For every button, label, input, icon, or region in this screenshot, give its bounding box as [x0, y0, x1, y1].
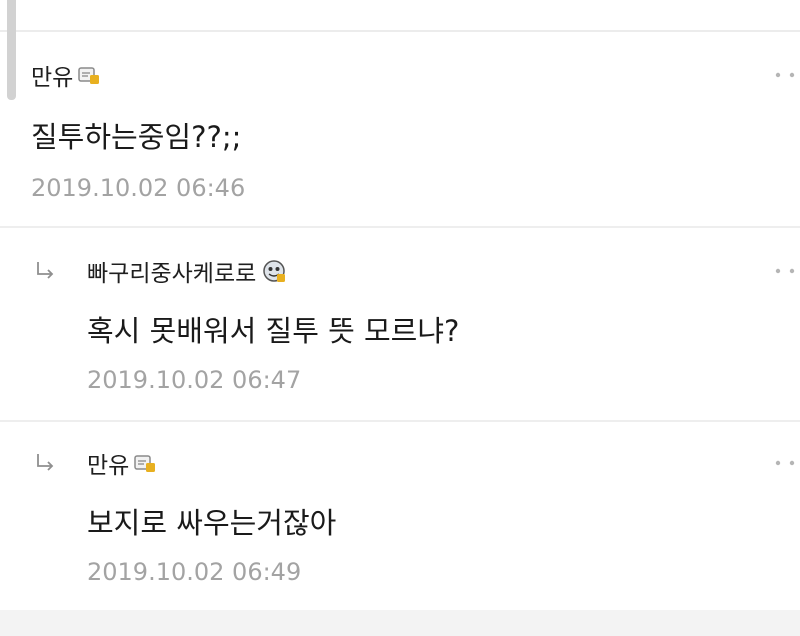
comment-thread: 만유 질투하는중임??;; 2019.10.02 06:46 빠구리중사케로로 — [0, 0, 800, 636]
comment-author[interactable]: 만유 — [87, 446, 129, 480]
reply-item: 만유 보지로 싸우는거잖아 2019.10.02 06:49 — [0, 426, 800, 608]
note-badge-icon — [134, 453, 156, 473]
bottom-divider-band — [0, 610, 800, 636]
top-divider — [0, 30, 800, 32]
note-badge-icon — [78, 65, 100, 85]
comment-author[interactable]: 빠구리중사케로로 — [87, 254, 256, 288]
comment-item: 만유 질투하는중임??;; 2019.10.02 06:46 — [0, 38, 800, 224]
comment-header: 만유 — [31, 58, 100, 92]
comment-text: 질투하는중임??;; — [31, 120, 242, 154]
comment-text: 혹시 못배워서 질투 뜻 모르냐? — [87, 314, 460, 348]
reply-arrow-icon — [37, 454, 54, 471]
comment-author[interactable]: 만유 — [31, 58, 73, 92]
comment-date: 2019.10.02 06:46 — [31, 174, 246, 202]
comment-header: 빠구리중사케로로 — [87, 254, 286, 288]
comment-divider — [0, 226, 800, 228]
more-options-icon[interactable] — [772, 266, 798, 276]
comment-text: 보지로 싸우는거잖아 — [87, 506, 337, 540]
comment-date: 2019.10.02 06:47 — [87, 366, 302, 394]
reply-item: 빠구리중사케로로 혹시 못배워서 질투 뜻 모르냐? 2019.10.02 06… — [0, 234, 800, 416]
comment-date: 2019.10.02 06:49 — [87, 558, 302, 586]
comment-divider — [0, 420, 800, 422]
reply-arrow-icon — [37, 262, 54, 279]
avatar-badge-icon — [262, 259, 286, 283]
comment-header: 만유 — [87, 446, 156, 480]
more-options-icon[interactable] — [772, 70, 798, 80]
more-options-icon[interactable] — [772, 458, 798, 468]
